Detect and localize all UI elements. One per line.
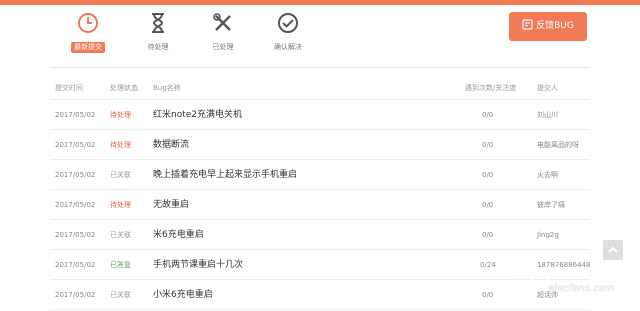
row-count: 0/24 (480, 261, 496, 269)
tab-processed-label: 已处理 (212, 43, 234, 51)
bug-name-link[interactable]: 小米6充电重启 (153, 280, 213, 310)
status-badge: 已关联 (110, 291, 131, 299)
status-badge: 已关联 (110, 231, 131, 239)
bug-name-link[interactable]: 手机两节课重启十几次 (153, 250, 243, 280)
report-bug-button[interactable]: 反馈BUG (509, 12, 587, 41)
table-row[interactable]: 2017/05/02 待处理 数据断流 0/0 电能离品的呀 (50, 130, 590, 160)
bug-name-link[interactable]: 数据断流 (153, 130, 189, 160)
row-date: 2017/05/02 (55, 261, 96, 269)
tab-pending[interactable]: 待处理 (128, 12, 188, 53)
tab-latest[interactable]: 最新提交 (58, 12, 118, 53)
row-user: Jing2g (537, 231, 559, 239)
row-count: 0/0 (482, 141, 494, 149)
status-badge: 已关联 (110, 171, 131, 179)
tab-processed[interactable]: 已处理 (193, 12, 253, 53)
row-count: 0/0 (482, 171, 494, 179)
header-user: 提交人 (537, 84, 558, 92)
divider (50, 67, 590, 68)
scroll-to-top-button[interactable] (603, 240, 623, 260)
row-user: 电能离品的呀 (537, 141, 579, 149)
row-date: 2017/05/02 (55, 111, 96, 119)
tools-icon (213, 13, 231, 31)
table-row[interactable]: 2017/05/02 已关联 米6充电重启 0/0 Jing2g (50, 220, 590, 250)
bug-name-link[interactable]: 晚上插着充电早上起来显示手机重启 (153, 160, 297, 190)
hourglass-icon (152, 13, 164, 33)
clock-icon (78, 13, 98, 33)
bug-name-link[interactable]: 红米note2充满电关机 (153, 100, 242, 130)
row-date: 2017/05/02 (55, 201, 96, 209)
table-row[interactable]: 2017/05/02 已关联 晚上插着充电早上起来显示手机重启 0/0 火去啊 (50, 160, 590, 190)
row-count: 0/0 (482, 201, 494, 209)
check-circle-icon (278, 13, 298, 33)
tab-latest-label: 最新提交 (71, 42, 105, 53)
header-status: 处理状态 (110, 84, 138, 92)
header-date: 提交时间 (55, 84, 83, 92)
report-bug-label: 反馈BUG (536, 21, 574, 31)
table-row[interactable]: 2017/05/02 待处理 无故重启 0/0 彼岸了痛 (50, 190, 590, 220)
row-user: 火去啊 (537, 171, 558, 179)
bug-name-link[interactable]: 无故重启 (153, 190, 189, 220)
tab-pending-label: 待处理 (147, 43, 169, 51)
status-badge: 待处理 (110, 201, 131, 209)
row-date: 2017/05/02 (55, 141, 96, 149)
top-accent-bar (0, 0, 640, 5)
row-date: 2017/05/02 (55, 171, 96, 179)
row-count: 0/0 (482, 231, 494, 239)
row-date: 2017/05/02 (55, 291, 96, 299)
table-row[interactable]: 2017/05/02 待处理 红米note2充满电关机 0/0 刘山川 (50, 100, 590, 130)
tab-resolved-label: 确认解决 (274, 43, 302, 51)
row-count: 0/0 (482, 111, 494, 119)
header-count: 遇到次数/关注度 (465, 84, 517, 92)
row-count: 0/0 (482, 291, 494, 299)
bug-icon (522, 19, 533, 30)
watermark-text: elecfans.com (548, 283, 615, 294)
header-name: Bug名称 (153, 84, 181, 92)
chevron-up-icon (608, 246, 618, 253)
tab-resolved[interactable]: 确认解决 (258, 12, 318, 53)
bug-name-link[interactable]: 米6充电重启 (153, 220, 204, 250)
status-badge: 已答复 (110, 261, 131, 269)
row-user: 刘山川 (537, 111, 558, 119)
row-date: 2017/05/02 (55, 231, 96, 239)
row-user: 彼岸了痛 (537, 201, 565, 209)
status-badge: 待处理 (110, 111, 131, 119)
status-badge: 待处理 (110, 141, 131, 149)
table-header: 提交时间 处理状态 Bug名称 遇到次数/关注度 提交人 (50, 76, 590, 100)
